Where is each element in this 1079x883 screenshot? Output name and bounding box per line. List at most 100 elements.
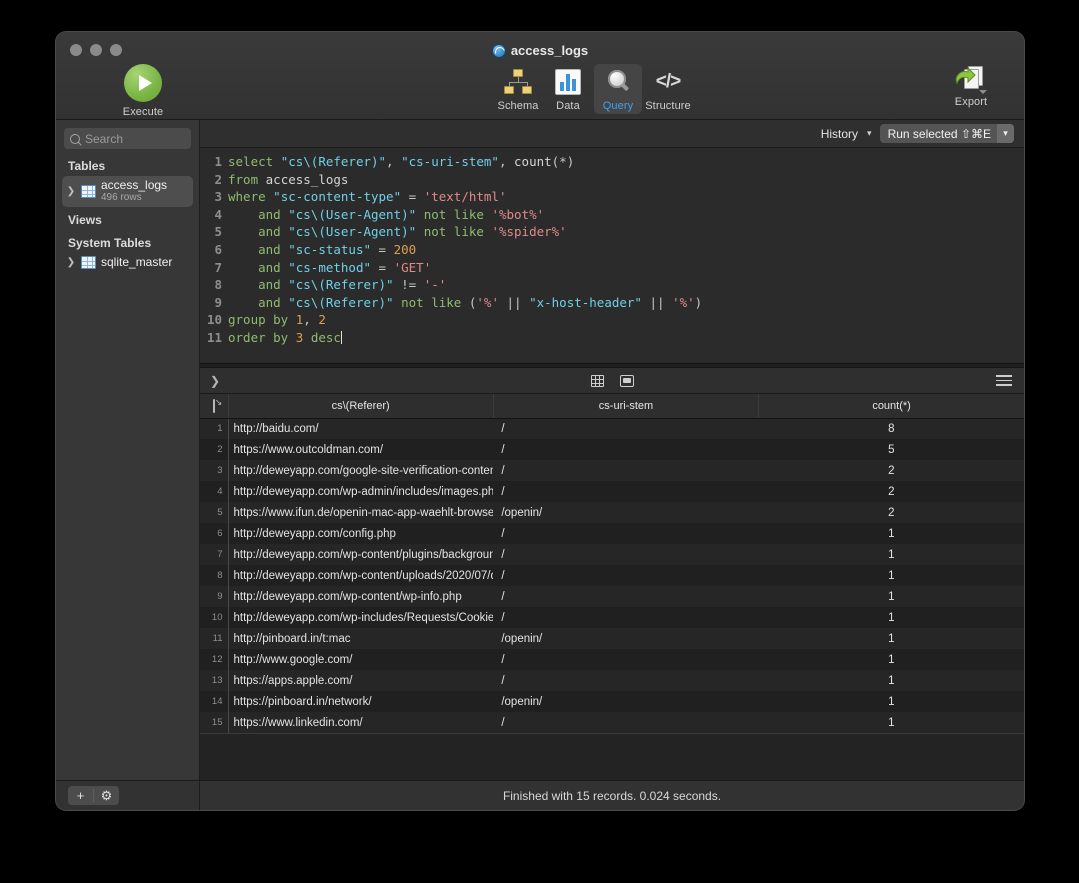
cell-uri-stem[interactable]: / xyxy=(493,439,758,460)
table-row[interactable]: 2 https://www.outcoldman.com//5 xyxy=(200,439,1024,460)
row-number[interactable]: 13 xyxy=(200,670,229,691)
cell-referer[interactable]: http://deweyapp.com/wp-includes/Requests… xyxy=(228,607,494,628)
row-number[interactable]: 7 xyxy=(200,544,229,565)
row-number[interactable]: 3 xyxy=(200,460,229,481)
table-row[interactable]: 11 http://pinboard.in/t:mac/openin/1 xyxy=(200,628,1024,649)
sidebar-item-sqlite-master[interactable]: ❯ sqlite_master xyxy=(62,253,193,272)
cell-referer[interactable]: http://deweyapp.com/wp-admin/includes/im… xyxy=(228,481,494,502)
select-all-corner[interactable] xyxy=(200,394,229,419)
table-row[interactable]: 8 http://deweyapp.com/wp-content/uploads/… xyxy=(200,565,1024,586)
cell-count[interactable]: 1 xyxy=(759,649,1024,670)
cell-referer[interactable]: https://www.linkedin.com/ xyxy=(228,712,493,733)
detail-view-icon[interactable] xyxy=(619,374,634,387)
cell-count[interactable]: 1 xyxy=(759,565,1024,586)
cell-uri-stem[interactable]: / xyxy=(493,607,758,628)
column-header-count[interactable]: count(*) xyxy=(758,394,1024,419)
row-number[interactable]: 14 xyxy=(200,691,229,712)
row-number[interactable]: 12 xyxy=(200,649,229,670)
cell-referer[interactable]: http://pinboard.in/t:mac xyxy=(228,628,493,649)
table-row[interactable]: 3 http://deweyapp.com/google-site-verific… xyxy=(200,460,1024,481)
run-selected-button[interactable]: Run selected ⇧⌘E ▾ xyxy=(879,124,1014,143)
tab-structure[interactable]: </> Structure xyxy=(644,64,692,114)
cell-count[interactable]: 8 xyxy=(759,418,1024,439)
table-row[interactable]: 6 http://deweyapp.com/config.php/1 xyxy=(200,523,1024,544)
cell-count[interactable]: 1 xyxy=(759,544,1024,565)
table-row[interactable]: 1 http://baidu.com//8 xyxy=(200,418,1024,439)
cell-uri-stem[interactable]: / xyxy=(493,565,758,586)
table-row[interactable]: 15 https://www.linkedin.com//1 xyxy=(200,712,1024,733)
cell-referer[interactable]: https://apps.apple.com/ xyxy=(228,670,493,691)
tab-schema[interactable]: Schema xyxy=(494,64,542,114)
table-row[interactable]: 7 http://deweyapp.com/wp-content/plugins/… xyxy=(200,544,1024,565)
row-number[interactable]: 6 xyxy=(200,523,229,544)
sidebar-item-access-logs[interactable]: ❯ access_logs 496 rows xyxy=(62,176,193,207)
cell-referer[interactable]: http://www.google.com/ xyxy=(228,649,493,670)
table-row[interactable]: 10 http://deweyapp.com/wp-includes/Reques… xyxy=(200,607,1024,628)
table-row[interactable]: 13 https://apps.apple.com//1 xyxy=(200,670,1024,691)
cell-count[interactable]: 2 xyxy=(759,481,1024,502)
cell-referer[interactable]: https://www.ifun.de/openin-mac-app-waehl… xyxy=(228,502,494,523)
cell-uri-stem[interactable]: / xyxy=(493,523,758,544)
cell-referer[interactable]: http://deweyapp.com/wp-content/wp-info.p… xyxy=(228,586,493,607)
cell-uri-stem[interactable]: /openin/ xyxy=(493,691,758,712)
cell-count[interactable]: 2 xyxy=(759,502,1024,523)
grid-view-icon[interactable] xyxy=(590,374,604,387)
cell-uri-stem[interactable]: / xyxy=(493,586,758,607)
table-row[interactable]: 14 https://pinboard.in/network//openin/1 xyxy=(200,691,1024,712)
export-button[interactable]: Export xyxy=(940,64,1002,108)
row-number[interactable]: 9 xyxy=(200,586,229,607)
cell-referer[interactable]: http://deweyapp.com/google-site-verifica… xyxy=(228,460,494,481)
row-number[interactable]: 11 xyxy=(200,628,229,649)
tab-data[interactable]: Data xyxy=(544,64,592,114)
cell-uri-stem[interactable]: / xyxy=(493,712,758,733)
tab-query[interactable]: Query xyxy=(594,64,642,114)
cell-count[interactable]: 5 xyxy=(759,439,1024,460)
add-button[interactable]: + xyxy=(68,786,93,805)
cell-referer[interactable]: http://deweyapp.com/wp-content/uploads/2… xyxy=(228,565,494,586)
cell-uri-stem[interactable]: / xyxy=(493,544,758,565)
cell-count[interactable]: 1 xyxy=(759,691,1024,712)
table-row[interactable]: 5 https://www.ifun.de/openin-mac-app-waeh… xyxy=(200,502,1024,523)
cell-referer[interactable]: https://pinboard.in/network/ xyxy=(228,691,493,712)
cell-uri-stem[interactable]: / xyxy=(493,418,758,439)
search-box[interactable] xyxy=(64,128,191,149)
cell-count[interactable]: 1 xyxy=(759,712,1024,733)
cell-uri-stem[interactable]: /openin/ xyxy=(493,628,758,649)
column-header-referer[interactable]: cs\(Referer) xyxy=(228,394,494,419)
cell-uri-stem[interactable]: /openin/ xyxy=(493,502,758,523)
disclosure-chevron-icon[interactable]: ❯ xyxy=(66,186,76,197)
hamburger-menu-icon[interactable] xyxy=(996,372,1012,389)
cell-uri-stem[interactable]: / xyxy=(493,670,758,691)
chevron-right-icon[interactable]: ❯ xyxy=(210,374,220,388)
cell-uri-stem[interactable]: / xyxy=(493,460,758,481)
cell-count[interactable]: 1 xyxy=(759,523,1024,544)
row-number[interactable]: 1 xyxy=(200,418,229,439)
cell-count[interactable]: 2 xyxy=(759,460,1024,481)
cell-count[interactable]: 1 xyxy=(759,607,1024,628)
cell-count[interactable]: 1 xyxy=(759,628,1024,649)
row-number[interactable]: 5 xyxy=(200,502,229,523)
row-number[interactable]: 2 xyxy=(200,439,229,460)
table-row[interactable]: 12 http://www.google.com//1 xyxy=(200,649,1024,670)
execute-button[interactable]: Execute xyxy=(112,64,174,118)
row-number[interactable]: 8 xyxy=(200,565,229,586)
column-header-uri-stem[interactable]: cs-uri-stem xyxy=(493,394,760,419)
cell-uri-stem[interactable]: / xyxy=(493,481,758,502)
cell-count[interactable]: 1 xyxy=(759,670,1024,691)
cell-referer[interactable]: http://deweyapp.com/config.php xyxy=(228,523,493,544)
cell-uri-stem[interactable]: / xyxy=(493,649,758,670)
row-number[interactable]: 10 xyxy=(200,607,229,628)
disclosure-chevron-icon[interactable]: ❯ xyxy=(66,257,76,268)
cell-referer[interactable]: http://baidu.com/ xyxy=(228,418,493,439)
table-row[interactable]: 4 http://deweyapp.com/wp-admin/includes/i… xyxy=(200,481,1024,502)
row-number[interactable]: 4 xyxy=(200,481,229,502)
table-row[interactable]: 9 http://deweyapp.com/wp-content/wp-info.… xyxy=(200,586,1024,607)
gear-icon[interactable]: ⚙ xyxy=(94,786,119,805)
cell-count[interactable]: 1 xyxy=(759,586,1024,607)
search-input[interactable] xyxy=(85,131,185,146)
history-button[interactable]: History ▾ xyxy=(821,127,872,141)
row-number[interactable]: 15 xyxy=(200,712,229,733)
run-menu-chevron-icon[interactable]: ▾ xyxy=(997,124,1014,143)
sql-editor[interactable]: 1 select "cs\(Referer)", "cs-uri-stem", c… xyxy=(200,148,1024,363)
cell-referer[interactable]: http://deweyapp.com/wp-content/plugins/b… xyxy=(228,544,494,565)
